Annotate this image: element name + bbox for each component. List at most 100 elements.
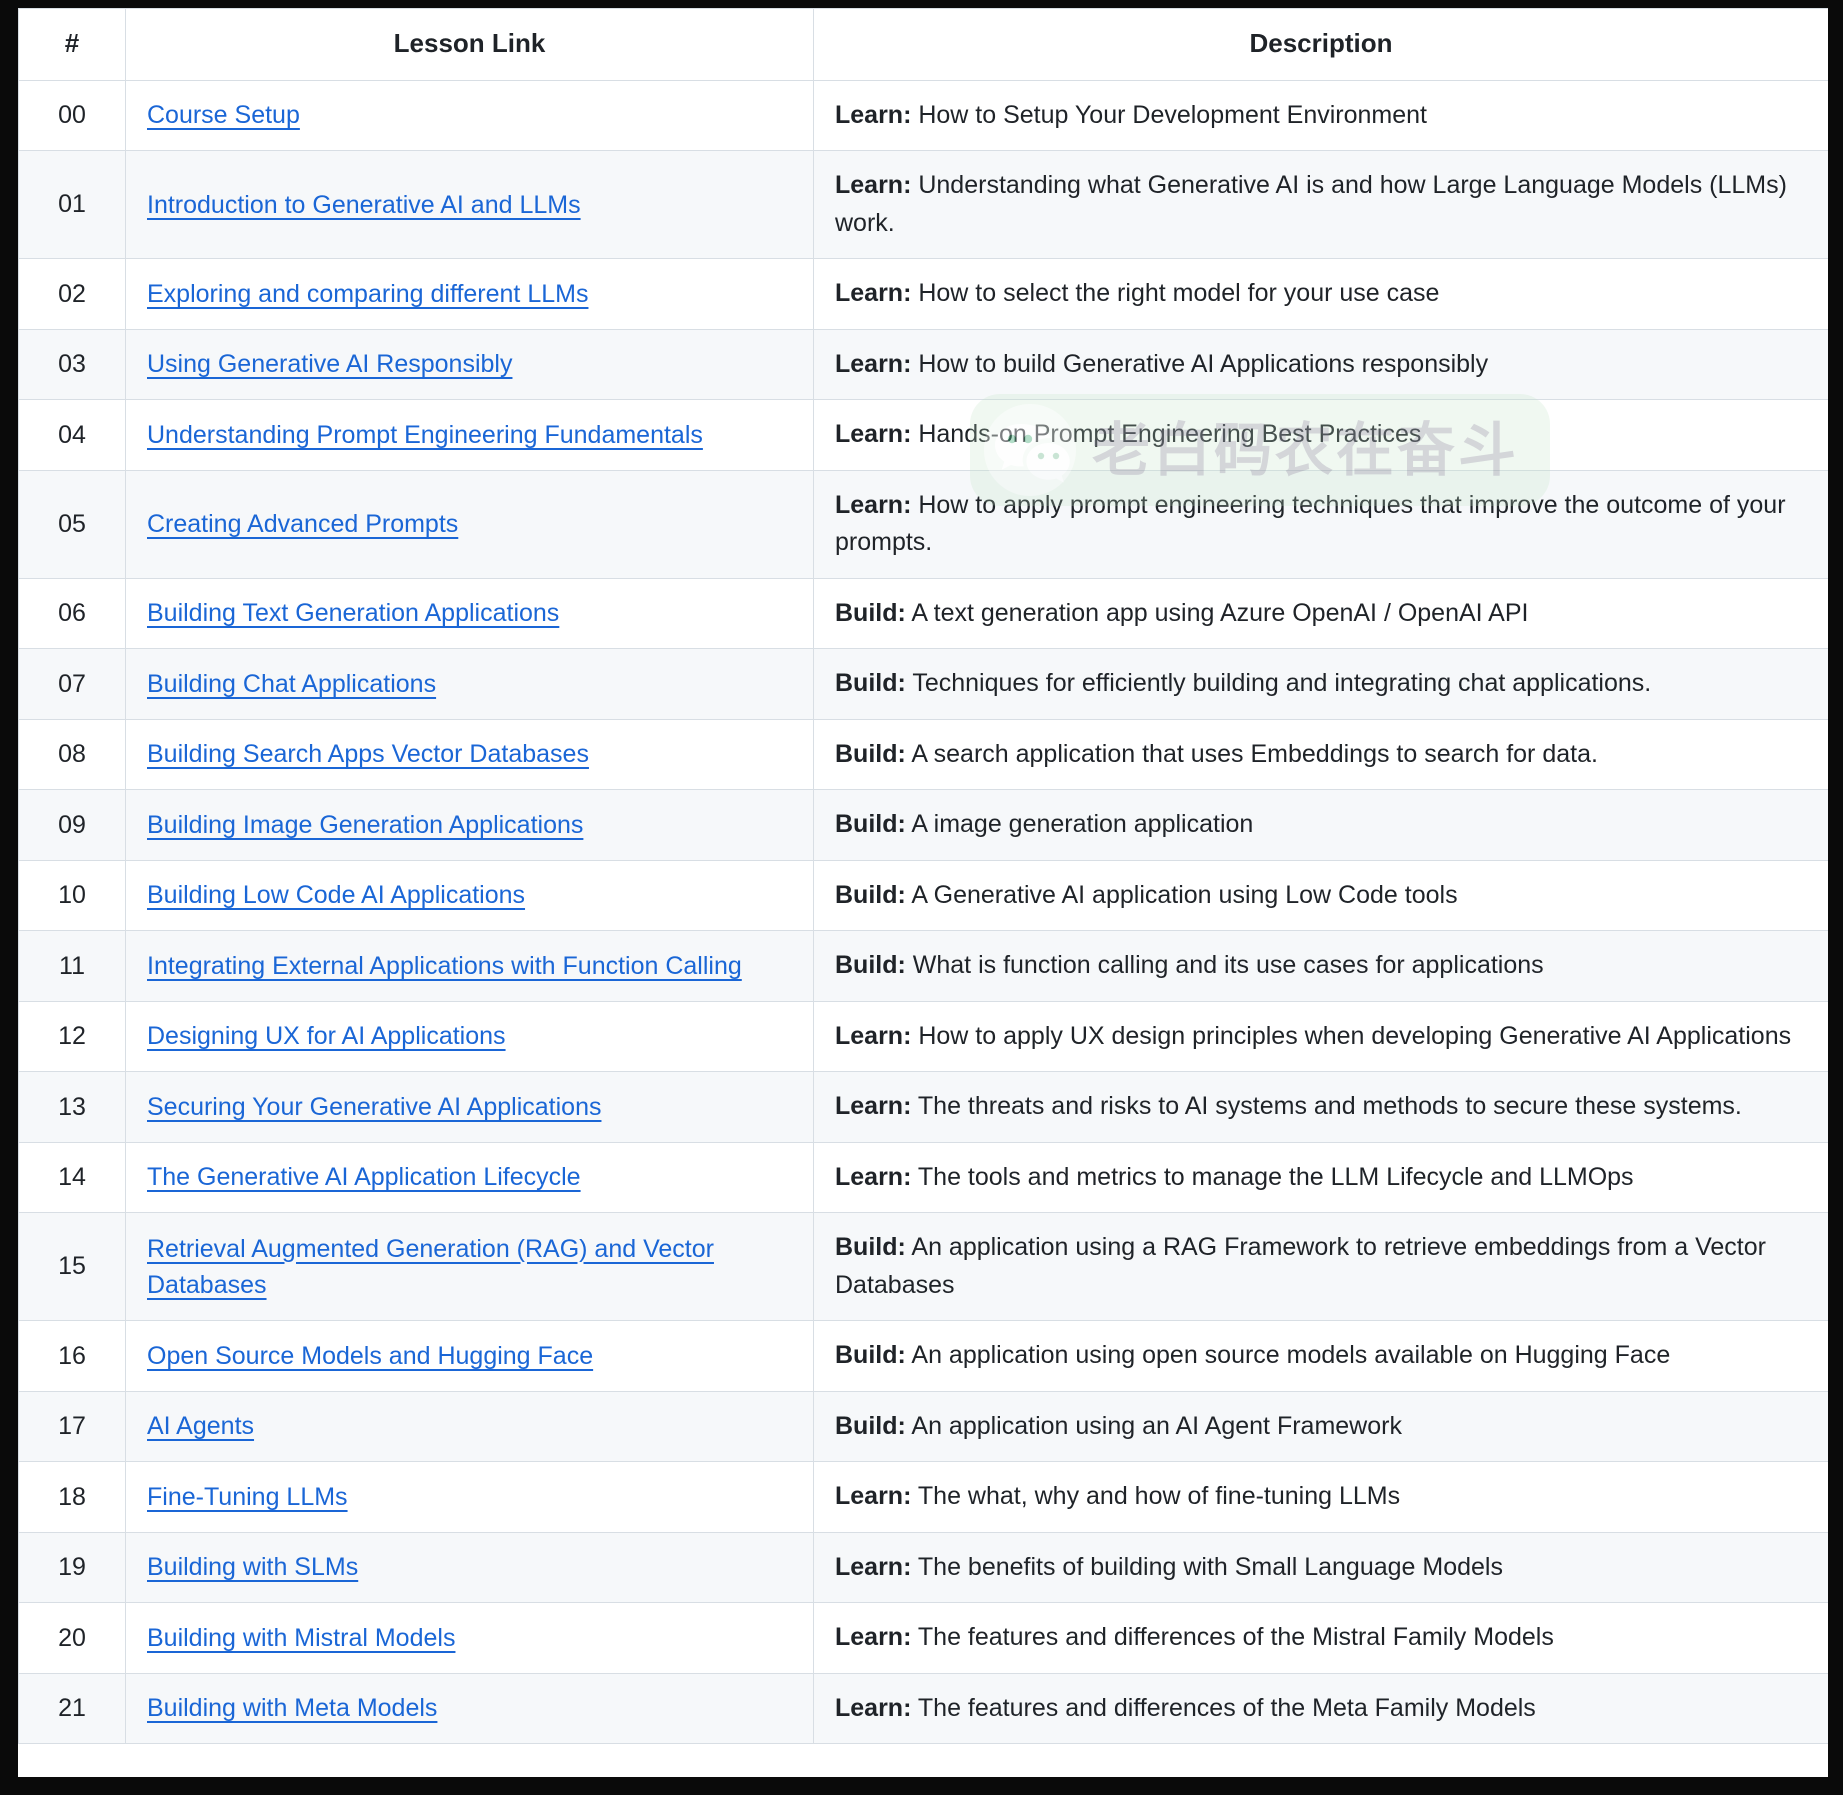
lesson-link[interactable]: Designing UX for AI Applications [147, 1022, 506, 1050]
lesson-description-text: Hands-on Prompt Engineering Best Practic… [911, 420, 1422, 449]
lesson-number: 13 [18, 1071, 126, 1143]
lesson-kind-label: Learn: [835, 1552, 912, 1581]
lesson-link-cell: Building Image Generation Applications [125, 789, 814, 861]
lesson-kind-label: Build: [835, 739, 906, 768]
table-row: 17 AI Agents Build: An application using a… [18, 1390, 1828, 1463]
table-row: 07 Building Chat Applications Build: Techn… [18, 648, 1828, 720]
lesson-link[interactable]: Building Image Generation Applications [147, 811, 583, 839]
lesson-link-cell: Exploring and comparing different LLMs [125, 258, 814, 330]
lesson-description-text: A text generation app using Azure OpenAI… [905, 598, 1529, 627]
lesson-description-cell: Build: An application using an AI Agent … [813, 1390, 1828, 1463]
lesson-kind-label: Learn: [835, 1021, 912, 1050]
lesson-description-text: The tools and metrics to manage the LLM … [911, 1162, 1634, 1191]
lesson-link-cell: Building Text Generation Applications [125, 577, 814, 650]
lesson-description-text: Understanding what Generative AI is and … [835, 171, 1787, 237]
table-row: 03 Using Generative AI Responsibly Learn: … [18, 328, 1828, 401]
lesson-link-cell: Creating Advanced Prompts [125, 469, 814, 579]
lesson-link[interactable]: Building Chat Applications [147, 670, 436, 698]
lesson-link[interactable]: Exploring and comparing different LLMs [147, 280, 588, 308]
table-header: # Lesson Link Description [18, 8, 1828, 81]
lesson-link[interactable]: Understanding Prompt Engineering Fundame… [147, 421, 703, 449]
lesson-kind-label: Build: [835, 951, 906, 980]
lesson-description-cell: Build: What is function calling and its … [813, 930, 1828, 1002]
table-row: 00 Course Setup Learn: How to Setup Your D… [18, 79, 1828, 152]
lesson-link[interactable]: The Generative AI Application Lifecycle [147, 1163, 581, 1191]
screenshot-frame: # Lesson Link Description 00 Course Setup… [0, 0, 1843, 1795]
lesson-kind-label: Learn: [835, 171, 912, 200]
table-row: 02 Exploring and comparing different LLMs… [18, 258, 1828, 330]
lesson-kind-label: Learn: [835, 420, 912, 449]
lesson-link[interactable]: Using Generative AI Responsibly [147, 350, 512, 378]
table-row: 05 Creating Advanced Prompts Learn: How to… [18, 469, 1828, 579]
table-row: 20 Building with Mistral Models Learn: The… [18, 1602, 1828, 1674]
lesson-kind-label: Learn: [835, 279, 912, 308]
lesson-kind-label: Learn: [835, 1092, 912, 1121]
lesson-description-cell: Build: A image generation application [813, 789, 1828, 861]
lesson-description-cell: Learn: Understanding what Generative AI … [813, 150, 1828, 260]
table-row: 01 Introduction to Generative AI and LLMs… [18, 150, 1828, 260]
lesson-description-cell: Learn: The threats and risks to AI syste… [813, 1071, 1828, 1143]
lesson-link[interactable]: Building with Meta Models [147, 1694, 437, 1722]
lesson-link[interactable]: Creating Advanced Prompts [147, 510, 458, 538]
lesson-kind-label: Build: [835, 1411, 906, 1440]
lesson-link[interactable]: Retrieval Augmented Generation (RAG) and… [147, 1235, 714, 1299]
lesson-description-text: The what, why and how of fine-tuning LLM… [911, 1482, 1401, 1511]
table-row: 11 Integrating External Applications with… [18, 930, 1828, 1002]
lesson-kind-label: Build: [835, 810, 906, 839]
lesson-link[interactable]: Introduction to Generative AI and LLMs [147, 191, 581, 219]
lesson-link-cell: Building with SLMs [125, 1531, 814, 1604]
lesson-number: 06 [18, 577, 126, 650]
lesson-description-text: The features and differences of the Mist… [911, 1623, 1554, 1652]
lesson-kind-label: Learn: [835, 349, 912, 378]
lesson-link[interactable]: Fine-Tuning LLMs [147, 1483, 348, 1511]
lesson-description-cell: Learn: How to Setup Your Development Env… [813, 79, 1828, 152]
lesson-link-cell: Integrating External Applications with F… [125, 930, 814, 1002]
lesson-number: 05 [18, 469, 126, 579]
lesson-kind-label: Learn: [835, 490, 912, 519]
lesson-link[interactable]: Integrating External Applications with F… [147, 952, 742, 980]
lesson-number: 12 [18, 1000, 126, 1073]
lesson-link[interactable]: Securing Your Generative AI Applications [147, 1093, 601, 1121]
lesson-number: 18 [18, 1461, 126, 1533]
table-row: 15 Retrieval Augmented Generation (RAG) a… [18, 1212, 1828, 1322]
lesson-number: 09 [18, 789, 126, 861]
lesson-description-text: A Generative AI application using Low Co… [905, 880, 1458, 909]
lesson-number: 14 [18, 1141, 126, 1214]
lesson-kind-label: Build: [835, 1341, 906, 1370]
lesson-description-cell: Build: A search application that uses Em… [813, 718, 1828, 791]
lesson-link[interactable]: Course Setup [147, 101, 300, 129]
table-row: 06 Building Text Generation Applications B… [18, 577, 1828, 650]
lesson-description-cell: Learn: How to apply UX design principles… [813, 1000, 1828, 1073]
lesson-link[interactable]: Building Search Apps Vector Databases [147, 740, 589, 768]
table-row: 18 Fine-Tuning LLMs Learn: The what, why a… [18, 1461, 1828, 1533]
lesson-kind-label: Build: [835, 880, 906, 909]
lesson-number: 10 [18, 859, 126, 932]
lesson-link-cell: Building with Mistral Models [125, 1602, 814, 1674]
lesson-kind-label: Build: [835, 598, 906, 627]
lesson-description-text: An application using open source models … [905, 1341, 1671, 1370]
lesson-kind-label: Learn: [835, 1162, 912, 1191]
table-row: 08 Building Search Apps Vector Databases B… [18, 718, 1828, 791]
lesson-description-text: How to apply prompt engineering techniqu… [835, 490, 1786, 557]
lesson-link[interactable]: Open Source Models and Hugging Face [147, 1342, 593, 1370]
lesson-link[interactable]: AI Agents [147, 1412, 254, 1440]
lesson-description-cell: Build: An application using a RAG Framew… [813, 1212, 1828, 1322]
lesson-number: 08 [18, 718, 126, 791]
lesson-link[interactable]: Building Text Generation Applications [147, 599, 559, 627]
table-row: 16 Open Source Models and Hugging Face Bui… [18, 1320, 1828, 1392]
lesson-link-cell: Securing Your Generative AI Applications [125, 1071, 814, 1143]
lesson-kind-label: Build: [835, 1233, 906, 1262]
lesson-description-cell: Build: A text generation app using Azure… [813, 577, 1828, 650]
lesson-description-cell: Learn: The what, why and how of fine-tun… [813, 1461, 1828, 1533]
lesson-description-text: How to Setup Your Development Environmen… [911, 100, 1427, 129]
lesson-link-cell: Designing UX for AI Applications [125, 1000, 814, 1073]
lesson-number: 21 [18, 1672, 126, 1745]
lesson-link[interactable]: Building Low Code AI Applications [147, 881, 525, 909]
lesson-number: 17 [18, 1390, 126, 1463]
lesson-link[interactable]: Building with Mistral Models [147, 1624, 455, 1652]
lesson-kind-label: Learn: [835, 1623, 912, 1652]
lesson-number: 02 [18, 258, 126, 330]
lesson-kind-label: Build: [835, 669, 906, 698]
lesson-link[interactable]: Building with SLMs [147, 1553, 358, 1581]
lesson-link-cell: Using Generative AI Responsibly [125, 328, 814, 401]
